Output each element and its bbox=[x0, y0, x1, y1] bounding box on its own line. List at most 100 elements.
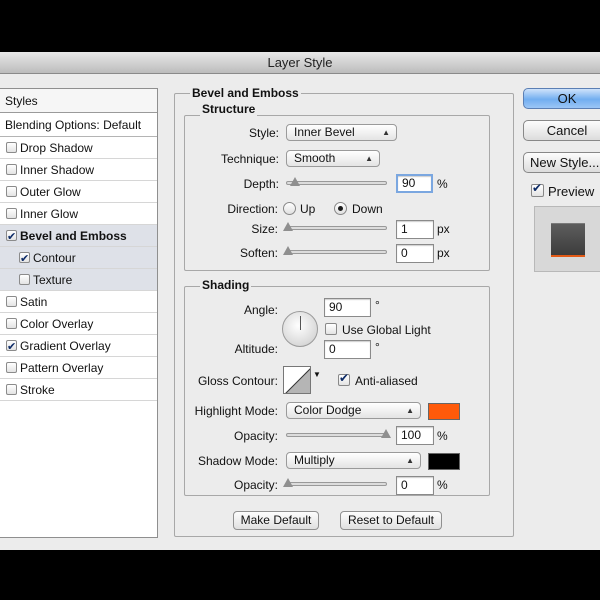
depth-slider[interactable] bbox=[286, 177, 387, 186]
gradient-overlay-checkbox[interactable] bbox=[6, 336, 17, 358]
chevron-updown-icon: ▲ bbox=[406, 456, 414, 465]
style-item-satin[interactable]: Satin bbox=[0, 291, 157, 313]
direction-up-radio[interactable] bbox=[283, 202, 296, 215]
style-item-label: Drop Shadow bbox=[20, 141, 93, 155]
style-item-label: Bevel and Emboss bbox=[20, 229, 127, 243]
drop-shadow-checkbox[interactable] bbox=[6, 142, 17, 153]
altitude-unit: ° bbox=[375, 340, 380, 354]
shadow-mode-value: Multiply bbox=[294, 453, 335, 467]
angle-unit: ° bbox=[375, 298, 380, 312]
cancel-button[interactable]: Cancel bbox=[523, 120, 600, 141]
style-preview-thumbnail bbox=[534, 206, 600, 272]
angle-dial[interactable] bbox=[282, 311, 318, 347]
style-item-label: Satin bbox=[20, 295, 48, 309]
depth-slider-thumb[interactable] bbox=[290, 177, 300, 186]
color-overlay-checkbox[interactable] bbox=[6, 318, 17, 329]
style-item-color-overlay[interactable]: Color Overlay bbox=[0, 313, 157, 335]
technique-popup[interactable]: Smooth ▲ bbox=[286, 150, 380, 167]
altitude-input[interactable]: 0 bbox=[324, 340, 371, 359]
style-value: Inner Bevel bbox=[294, 125, 355, 139]
contour-checkbox[interactable] bbox=[19, 248, 30, 270]
inner-shadow-checkbox[interactable] bbox=[6, 164, 17, 175]
satin-checkbox[interactable] bbox=[6, 296, 17, 307]
new-style-button[interactable]: New Style... bbox=[523, 152, 600, 173]
style-item-label: Texture bbox=[33, 273, 73, 287]
style-item-label: Color Overlay bbox=[20, 317, 94, 331]
ok-button[interactable]: OK bbox=[523, 88, 600, 109]
style-item-drop-shadow[interactable]: Drop Shadow bbox=[0, 137, 157, 159]
bevel-and-emboss-checkbox[interactable] bbox=[6, 226, 17, 248]
highlight-mode-value: Color Dodge bbox=[294, 403, 362, 417]
soften-input[interactable]: 0 bbox=[396, 244, 434, 263]
depth-unit: % bbox=[437, 177, 448, 191]
chevron-updown-icon: ▲ bbox=[365, 154, 373, 163]
style-item-label: Gradient Overlay bbox=[20, 339, 111, 353]
shadow-opacity-label: Opacity: bbox=[233, 478, 278, 492]
pattern-overlay-checkbox[interactable] bbox=[6, 362, 17, 373]
style-item-bevel-and-emboss[interactable]: Bevel and Emboss bbox=[0, 225, 157, 248]
soften-slider-thumb[interactable] bbox=[283, 246, 293, 255]
shadow-color-swatch[interactable] bbox=[428, 453, 460, 470]
shadow-mode-label: Shadow Mode: bbox=[197, 454, 278, 468]
size-input[interactable]: 1 bbox=[396, 220, 434, 239]
style-popup[interactable]: Inner Bevel ▲ bbox=[286, 124, 397, 141]
direction-up-label: Up bbox=[300, 202, 316, 216]
highlight-color-swatch[interactable] bbox=[428, 403, 460, 420]
angle-label: Angle: bbox=[243, 303, 278, 317]
layer-style-dialog: Layer Style Styles Blending Options: Def… bbox=[0, 52, 600, 550]
style-item-pattern-overlay[interactable]: Pattern Overlay bbox=[0, 357, 157, 379]
shadow-mode-popup[interactable]: Multiply ▲ bbox=[286, 452, 421, 469]
style-item-gradient-overlay[interactable]: Gradient Overlay bbox=[0, 335, 157, 358]
stroke-checkbox[interactable] bbox=[6, 384, 17, 395]
style-item-texture[interactable]: Texture bbox=[0, 269, 157, 291]
altitude-label: Altitude: bbox=[234, 342, 278, 356]
structure-title: Structure bbox=[200, 102, 258, 116]
style-item-inner-glow[interactable]: Inner Glow bbox=[0, 203, 157, 225]
highlight-mode-popup[interactable]: Color Dodge ▲ bbox=[286, 402, 421, 419]
soften-slider[interactable] bbox=[283, 246, 387, 255]
technique-value: Smooth bbox=[294, 151, 336, 165]
highlight-opacity-label: Opacity: bbox=[233, 429, 278, 443]
style-item-label: Inner Shadow bbox=[20, 163, 95, 177]
style-item-label: Outer Glow bbox=[20, 185, 81, 199]
chevron-down-icon[interactable]: ▼ bbox=[313, 370, 321, 379]
angle-input[interactable]: 90 bbox=[324, 298, 371, 317]
soften-label: Soften: bbox=[239, 246, 278, 260]
shadow-opacity-thumb[interactable] bbox=[283, 478, 293, 487]
shadow-opacity-input[interactable]: 0 bbox=[396, 476, 434, 495]
use-global-light-checkbox[interactable] bbox=[325, 323, 337, 335]
highlight-opacity-input[interactable]: 100 bbox=[396, 426, 434, 445]
style-item-contour[interactable]: Contour bbox=[0, 247, 157, 270]
gloss-contour-picker[interactable] bbox=[283, 366, 311, 394]
window-title: Layer Style bbox=[0, 52, 600, 74]
style-item-stroke[interactable]: Stroke bbox=[0, 379, 157, 401]
preview-swatch bbox=[551, 223, 585, 257]
highlight-opacity-slider[interactable] bbox=[286, 429, 391, 438]
size-slider-thumb[interactable] bbox=[283, 222, 293, 231]
outer-glow-checkbox[interactable] bbox=[6, 186, 17, 197]
shadow-opacity-slider[interactable] bbox=[283, 478, 387, 487]
direction-down-radio[interactable] bbox=[334, 202, 347, 215]
highlight-opacity-thumb[interactable] bbox=[381, 429, 391, 438]
anti-aliased-checkbox[interactable] bbox=[338, 371, 350, 386]
depth-input[interactable]: 90 bbox=[396, 174, 433, 193]
bevel-emboss-title: Bevel and Emboss bbox=[190, 86, 301, 100]
use-global-light-label: Use Global Light bbox=[342, 323, 431, 337]
style-item-inner-shadow[interactable]: Inner Shadow bbox=[0, 159, 157, 181]
size-label: Size: bbox=[251, 222, 278, 236]
inner-glow-checkbox[interactable] bbox=[6, 208, 17, 219]
depth-label: Depth: bbox=[243, 177, 279, 191]
blending-options-item[interactable]: Blending Options: Default bbox=[0, 113, 157, 137]
styles-list: Styles Blending Options: Default Drop Sh… bbox=[0, 88, 158, 538]
style-item-label: Stroke bbox=[20, 383, 55, 397]
chevron-updown-icon: ▲ bbox=[382, 128, 390, 137]
size-slider[interactable] bbox=[283, 222, 387, 231]
preview-checkbox[interactable] bbox=[531, 181, 544, 197]
style-item-outer-glow[interactable]: Outer Glow bbox=[0, 181, 157, 203]
texture-checkbox[interactable] bbox=[19, 274, 30, 285]
reset-to-default-button[interactable]: Reset to Default bbox=[340, 511, 442, 530]
styles-header[interactable]: Styles bbox=[0, 89, 157, 113]
make-default-button[interactable]: Make Default bbox=[233, 511, 319, 530]
soften-unit: px bbox=[437, 246, 450, 260]
contour-linear-icon bbox=[285, 368, 310, 393]
